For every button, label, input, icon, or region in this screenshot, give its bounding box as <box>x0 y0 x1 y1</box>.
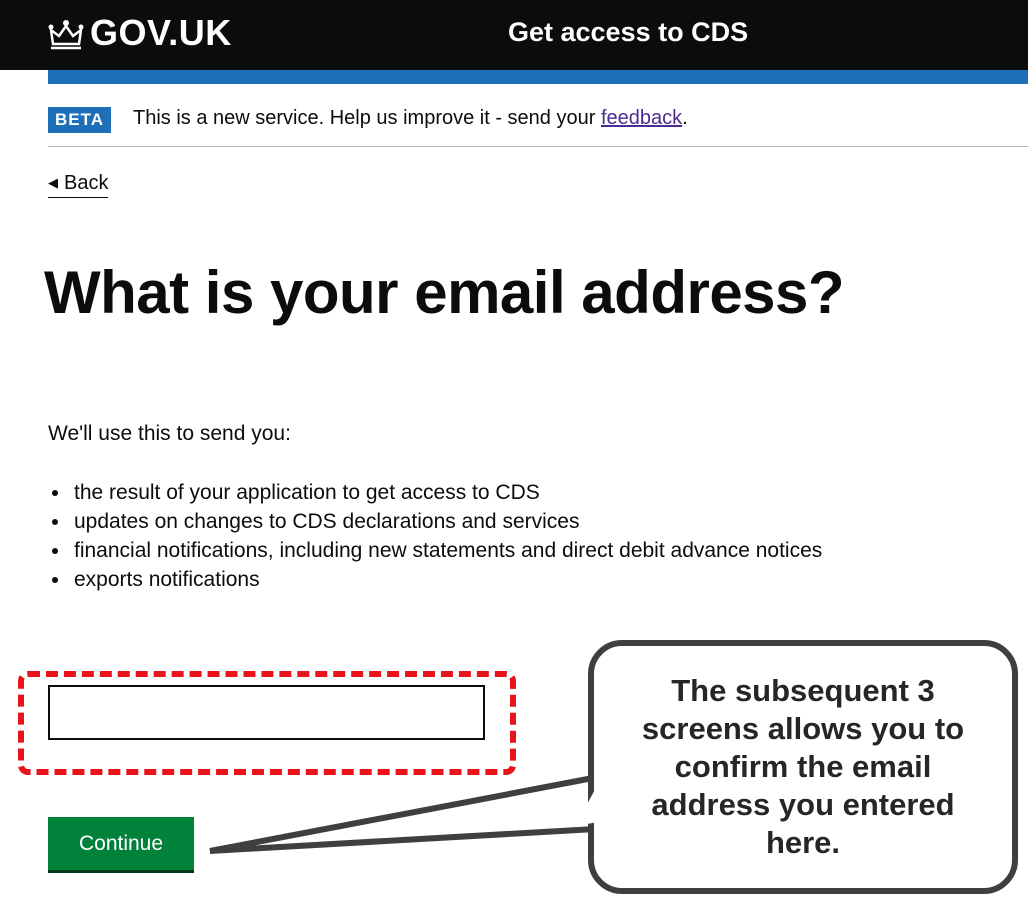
feedback-link[interactable]: feedback <box>601 107 682 129</box>
crown-icon <box>48 20 84 50</box>
chevron-left-icon: ◀ <box>48 175 58 190</box>
beta-tag: BETA <box>48 107 112 133</box>
page-title: What is your email address? <box>44 259 845 326</box>
email-input[interactable] <box>48 685 485 740</box>
back-link[interactable]: ◀ Back <box>48 172 109 198</box>
back-link-label: Back <box>64 172 109 194</box>
annotation-callout: The subsequent 3 screens allows you to c… <box>588 640 1018 894</box>
site-header: GOV.UK Get access to CDS <box>0 0 1028 70</box>
continue-button[interactable]: Continue <box>48 817 194 870</box>
intro-text: We'll use this to send you: <box>48 422 291 445</box>
list-item: the result of your application to get ac… <box>48 478 928 507</box>
phase-banner-text-before: This is a new service. Help us improve i… <box>133 107 601 129</box>
notification-list: the result of your application to get ac… <box>48 478 928 594</box>
service-name-link[interactable]: Get access to CDS <box>508 17 748 48</box>
govuk-logo-link[interactable]: GOV.UK <box>90 12 232 54</box>
phase-banner-text-after: . <box>682 107 688 129</box>
phase-banner-divider <box>48 146 1028 147</box>
list-item: updates on changes to CDS declarations a… <box>48 507 928 536</box>
list-item: exports notifications <box>48 565 928 594</box>
header-stripe <box>48 70 1028 84</box>
callout-text: The subsequent 3 screens allows you to c… <box>641 673 965 860</box>
phase-banner-text: This is a new service. Help us improve i… <box>133 107 688 130</box>
list-item: financial notifications, including new s… <box>48 536 928 565</box>
